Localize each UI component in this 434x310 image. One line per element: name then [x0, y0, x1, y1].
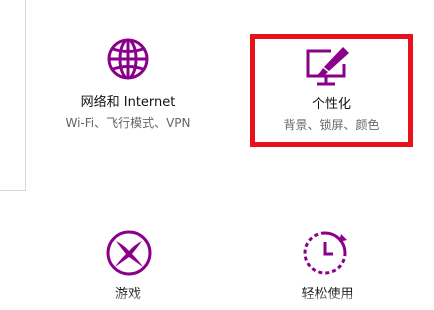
tile-title: 轻松使用 — [301, 287, 354, 302]
clock-icon — [302, 230, 348, 280]
monitor-paintbrush-icon — [304, 46, 350, 92]
xbox-icon — [106, 230, 152, 280]
globe-icon — [106, 37, 150, 85]
tile-title: 网络和 Internet — [80, 95, 176, 110]
side-panel — [0, 0, 26, 191]
tile-personalization[interactable]: 个性化 背景、锁屏、颜色 — [250, 34, 413, 147]
tile-subtitle: 背景、锁屏、颜色 — [283, 118, 380, 132]
tile-title: 个性化 — [311, 97, 351, 112]
tile-gaming[interactable]: 游戏 — [55, 220, 201, 310]
tile-network-internet[interactable]: 网络和 Internet Wi-Fi、飞行模式、VPN — [55, 25, 201, 140]
tile-title: 游戏 — [114, 287, 141, 302]
tile-subtitle: Wi-Fi、飞行模式、VPN — [65, 116, 191, 130]
tile-ease-of-access[interactable]: 轻松使用 — [250, 220, 405, 310]
